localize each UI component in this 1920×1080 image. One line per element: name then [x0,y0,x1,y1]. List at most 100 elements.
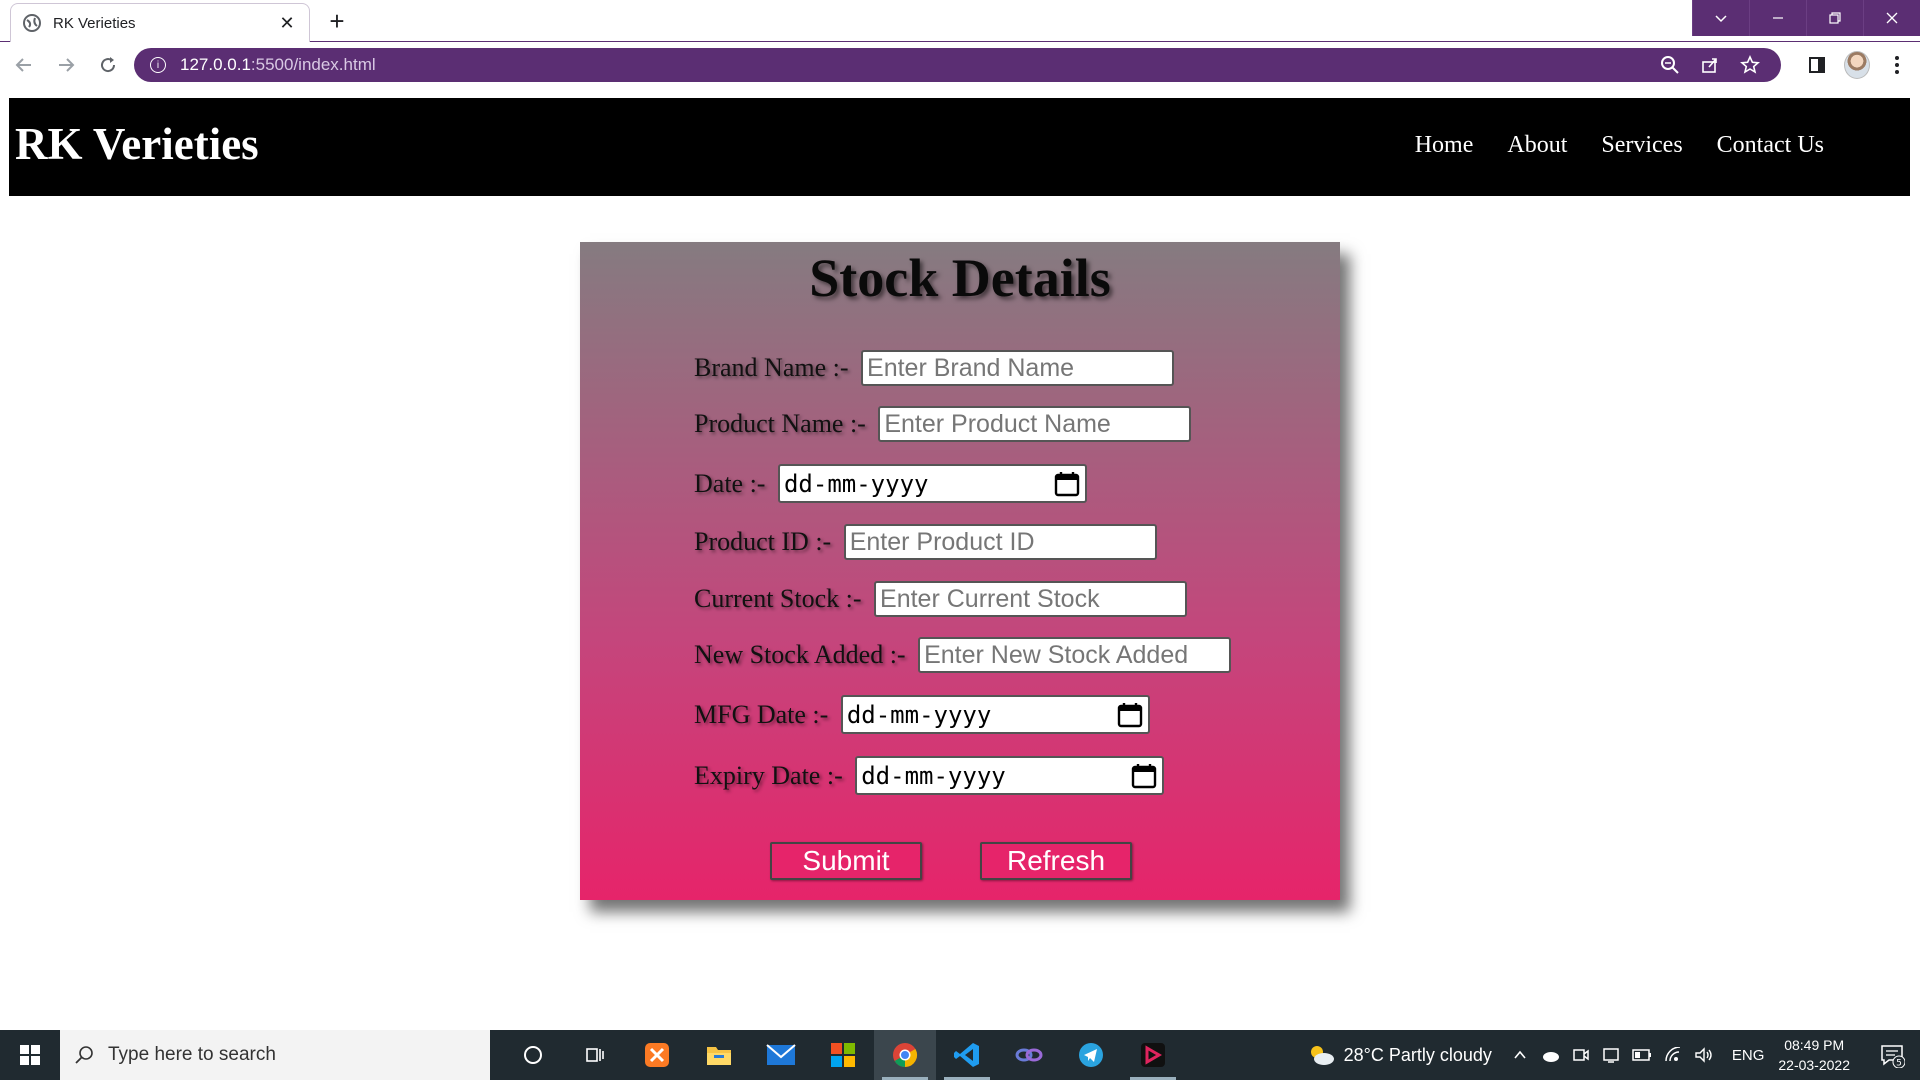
toolbar-right-icons [1804,48,1910,82]
partly-cloudy-icon [1310,1046,1334,1065]
windows-taskbar: Type here to search 28°C Partly cloudy E… [0,1030,1920,1080]
search-placeholder: Type here to search [108,1044,276,1065]
url-text: 127.0.0.1:5500/index.html [180,55,1645,75]
xampp-icon[interactable] [626,1030,688,1080]
weather-widget[interactable]: 28°C Partly cloudy [1306,1043,1492,1067]
product-id-input[interactable] [843,524,1157,560]
browser-tab-strip: RK Verieties ✕ + [0,0,1920,42]
share-icon[interactable] [1695,50,1725,80]
stock-details-form: Stock Details Brand Name :- Product Name… [580,242,1340,900]
search-icon [75,1046,93,1064]
avatar [1844,51,1870,79]
notification-count: 5 [1896,1059,1902,1069]
date-input[interactable]: dd-mm-yyyy [777,464,1087,503]
system-tray: 28°C Partly cloudy ENG 08:49 PM 22-03-20… [1306,1030,1920,1080]
date-row: Date :- dd-mm-yyyy [694,464,1087,503]
network-settings-icon[interactable] [1602,1046,1620,1064]
language-indicator[interactable]: ENG [1732,1047,1765,1064]
nav-contact-us[interactable]: Contact Us [1717,132,1824,159]
meet-now-icon[interactable] [1572,1046,1590,1064]
product-name-row: Product Name :- [694,406,1192,442]
volume-icon[interactable] [1694,1047,1714,1063]
new-stock-input[interactable] [918,637,1232,673]
battery-icon[interactable] [1632,1049,1652,1061]
taskbar-search[interactable]: Type here to search [60,1030,490,1080]
microsoft-store-icon[interactable] [812,1030,874,1080]
browser-tab[interactable]: RK Verieties ✕ [10,3,310,42]
app-launcher-icon[interactable] [1122,1030,1184,1080]
product-id-row: Product ID :- [694,524,1157,560]
taskbar-clock[interactable]: 08:49 PM 22-03-2022 [1778,1035,1850,1075]
cortana-icon[interactable] [502,1030,564,1080]
clock-date: 22-03-2022 [1778,1057,1850,1073]
menu-kebab-icon[interactable] [1884,52,1910,78]
onedrive-cloud-icon[interactable] [1540,1048,1560,1062]
window-controls [1692,0,1920,36]
product-id-label: Product ID :- [694,527,838,556]
tab-title: RK Verieties [53,14,136,32]
date-placeholder: dd-mm-yyyy [783,469,929,498]
expiry-date-placeholder: dd-mm-yyyy [861,761,1006,790]
mfg-date-input[interactable]: dd-mm-yyyy [840,695,1150,734]
nav-services[interactable]: Services [1601,132,1682,159]
expiry-date-input[interactable]: dd-mm-yyyy [855,756,1165,795]
side-panel-icon[interactable] [1804,52,1830,78]
address-bar[interactable]: i 127.0.0.1:5500/index.html [134,48,1781,82]
refresh-button[interactable]: Refresh [980,842,1132,880]
brand-name-row: Brand Name :- [694,350,1175,386]
file-explorer-icon[interactable] [688,1030,750,1080]
new-tab-button[interactable]: + [322,8,352,38]
nav-about[interactable]: About [1507,132,1567,159]
clock-time: 08:49 PM [1784,1037,1845,1053]
mfg-date-row: MFG Date :- dd-mm-yyyy [694,695,1150,734]
vscode-icon[interactable] [936,1030,998,1080]
chevron-up-icon[interactable] [1512,1047,1528,1063]
mail-icon[interactable] [750,1030,812,1080]
brand-name-input[interactable] [861,350,1175,386]
new-stock-label: New Stock Added :- [694,640,913,669]
profile-avatar[interactable] [1844,51,1870,79]
notification-center-icon[interactable]: 5 [1870,1042,1914,1068]
close-window-icon[interactable] [1863,0,1920,36]
minimize-icon[interactable] [1749,0,1806,36]
tray-icons: ENG [1512,1046,1765,1064]
url-path: :5500/index.html [250,55,376,74]
taskbar-apps [502,1030,1184,1080]
current-stock-row: Current Stock :- [694,581,1188,617]
calendar-icon[interactable] [1053,470,1081,498]
wifi-icon[interactable] [1664,1047,1682,1063]
expiry-date-row: Expiry Date :- dd-mm-yyyy [694,756,1165,795]
tab-search-icon[interactable] [1692,0,1749,36]
nav-home[interactable]: Home [1415,132,1474,159]
current-stock-input[interactable] [874,581,1188,617]
mfg-date-label: MFG Date :- [694,699,835,729]
product-name-input[interactable] [878,406,1192,442]
date-label: Date :- [694,468,772,498]
site-nav: Home About Services Contact Us [1415,132,1824,159]
globe-icon [23,14,41,32]
submit-button[interactable]: Submit [770,842,922,880]
zoom-icon[interactable] [1655,50,1685,80]
mfg-date-placeholder: dd-mm-yyyy [846,700,992,729]
calendar-icon[interactable] [1130,762,1158,790]
back-icon[interactable] [6,47,42,83]
restore-icon[interactable] [1806,0,1863,36]
page-viewport: RK Verieties Home About Services Contact… [0,87,1920,1030]
product-name-label: Product Name :- [694,409,873,438]
task-view-icon[interactable] [564,1030,626,1080]
calendar-icon[interactable] [1116,701,1144,729]
site-info-icon[interactable]: i [150,57,166,73]
vpn-app-icon[interactable] [998,1030,1060,1080]
telegram-icon[interactable] [1060,1030,1122,1080]
windows-start-icon[interactable] [0,1030,60,1080]
chrome-icon[interactable] [874,1030,936,1080]
form-title: Stock Details [809,248,1111,308]
url-host: 127.0.0.1 [180,55,251,74]
weather-text: 28°C Partly cloudy [1343,1044,1492,1065]
bookmark-star-icon[interactable] [1735,50,1765,80]
new-stock-row: New Stock Added :- [694,637,1232,673]
forward-icon[interactable] [48,47,84,83]
reload-icon[interactable] [90,47,126,83]
brand-name-label: Brand Name :- [694,353,856,382]
close-tab-icon[interactable]: ✕ [277,13,297,34]
